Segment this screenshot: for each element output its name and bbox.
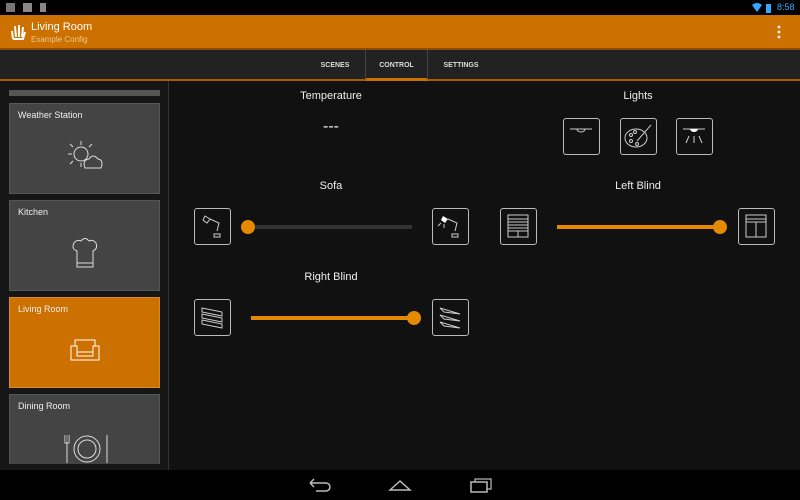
blind-closed-icon [507, 214, 529, 238]
sidebar-item-label: Weather Station [18, 110, 83, 120]
app-logo-icon [11, 25, 26, 40]
tab-bar: SCENES CONTROL SETTINGS [0, 50, 800, 81]
spot-light-icon [683, 128, 705, 144]
slider-handle[interactable] [713, 220, 727, 234]
chef-hat-icon [72, 238, 98, 268]
spot-light-button[interactable] [676, 118, 713, 155]
left-blind-close-button[interactable] [500, 208, 537, 245]
right-blind-slider[interactable] [251, 311, 421, 325]
navigation-bar [0, 470, 800, 500]
overflow-menu-icon[interactable] [772, 24, 786, 40]
recents-icon[interactable] [469, 477, 493, 493]
blind-open-icon [745, 214, 767, 238]
status-bar: 8:58 [0, 0, 800, 15]
left-blind-open-button[interactable] [738, 208, 775, 245]
left-blind-slider[interactable] [557, 220, 727, 234]
sofa-slider[interactable] [241, 220, 412, 234]
desk-lamp-off-icon [202, 215, 221, 238]
venetian-closed-icon [201, 307, 223, 329]
wifi-battery-icon [752, 3, 771, 13]
sidebar-item-dining-room[interactable]: Dining Room [9, 394, 160, 464]
plate-cutlery-icon [64, 435, 108, 463]
mood-light-button[interactable] [620, 118, 657, 155]
tab-settings[interactable]: SETTINGS [428, 50, 494, 81]
temperature-value: --- [323, 118, 339, 135]
sofa-off-button[interactable] [194, 208, 231, 245]
sofa-label: Sofa [319, 180, 343, 192]
sidebar-item-label: Kitchen [18, 207, 49, 217]
right-blind-close-button[interactable] [194, 299, 231, 336]
sofa-on-button[interactable] [432, 208, 469, 245]
slider-handle[interactable] [241, 220, 255, 234]
ceiling-light-icon [570, 128, 592, 133]
slider-handle[interactable] [407, 311, 421, 325]
sidebar-item-label: Dining Room [18, 401, 71, 411]
right-blind-open-button[interactable] [432, 299, 469, 336]
tab-control[interactable]: CONTROL [365, 50, 428, 81]
sidebar-scroll-top [9, 90, 160, 96]
desk-lamp-on-icon [437, 216, 459, 238]
sidebar-item-living-room[interactable]: Living Room [9, 297, 160, 388]
tab-scenes[interactable]: SCENES [305, 50, 365, 81]
action-bar: Living Room Example Config [0, 15, 800, 50]
sidebar-item-kitchen[interactable]: Kitchen [9, 200, 160, 291]
palette-icon [624, 124, 652, 148]
venetian-open-icon [439, 307, 461, 329]
ceiling-light-button[interactable] [563, 118, 600, 155]
clock: 8:58 [777, 2, 795, 12]
left-blind-label: Left Blind [615, 180, 661, 192]
weather-icon [68, 141, 103, 169]
right-blind-label: Right Blind [304, 271, 358, 283]
sidebar-item-label: Living Room [18, 304, 69, 314]
page-subtitle: Example Config [31, 35, 88, 44]
armchair-icon [70, 339, 100, 361]
sidebar-item-weather-station[interactable]: Weather Station [9, 103, 160, 194]
room-sidebar: Weather Station Kitchen Living Room Dini… [0, 81, 169, 470]
notification-icons [6, 3, 46, 12]
lights-label: Lights [623, 90, 653, 102]
home-icon[interactable] [388, 478, 412, 492]
page-title: Living Room [31, 21, 93, 33]
back-icon[interactable] [308, 478, 332, 492]
temperature-label: Temperature [300, 90, 362, 102]
